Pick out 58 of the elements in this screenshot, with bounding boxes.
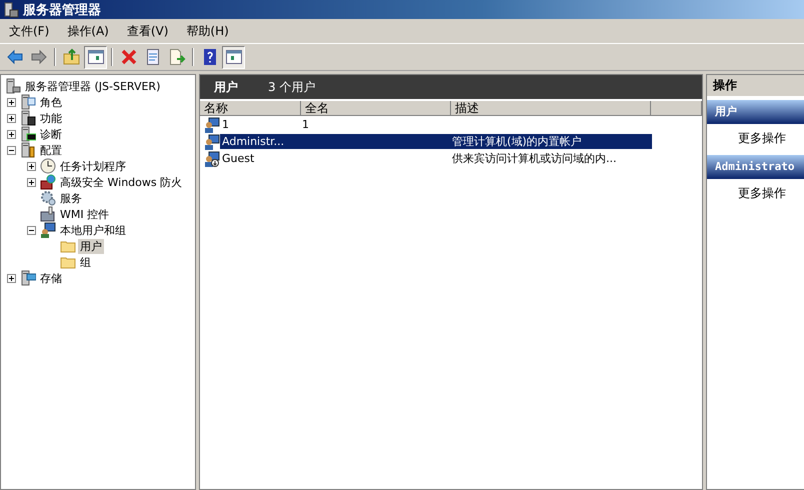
section-header[interactable]: Administrato xyxy=(707,155,804,179)
expander-icon[interactable] xyxy=(7,272,18,284)
expander-icon[interactable] xyxy=(27,224,38,236)
expander-icon[interactable] xyxy=(7,96,18,108)
expander-icon[interactable] xyxy=(7,112,18,124)
clock-icon xyxy=(40,158,56,174)
tree-item[interactable]: 任务计划程序 xyxy=(58,158,128,174)
window-title: 服务器管理器 xyxy=(23,2,101,18)
column-header[interactable]: 描述 xyxy=(451,101,651,116)
more-actions-link[interactable]: 更多操作 xyxy=(707,179,804,207)
list-row[interactable]: Administr... 管理计算机(域)的内置帐户 xyxy=(220,134,652,149)
expander-icon[interactable] xyxy=(7,128,18,140)
menu-item[interactable]: 文件(F) xyxy=(0,22,58,40)
column-header[interactable]: 全名 xyxy=(301,101,451,116)
delete-icon xyxy=(120,48,138,66)
user-name: Administr... xyxy=(221,134,286,149)
menu-item[interactable]: 操作(A) xyxy=(58,22,118,40)
users-icon xyxy=(40,222,56,238)
back-icon xyxy=(6,48,24,66)
expander-icon[interactable] xyxy=(27,160,38,172)
tree-item[interactable]: 配置 xyxy=(38,142,64,158)
tree-item[interactable]: 功能 xyxy=(38,110,64,126)
tree-item[interactable]: 存储 xyxy=(38,270,64,286)
section-header[interactable]: 用户 xyxy=(707,100,804,124)
tree-item[interactable]: 诊断 xyxy=(38,126,64,142)
tree-item[interactable]: 角色 xyxy=(38,94,64,110)
export-icon xyxy=(168,48,186,66)
user-icon xyxy=(204,116,220,132)
user-icon xyxy=(204,134,220,150)
list-row[interactable]: Guest 供来宾访问计算机或访问域的内... xyxy=(220,151,652,166)
tree-item[interactable]: 组 xyxy=(78,254,93,270)
user-name: 1 xyxy=(221,117,230,132)
tree-item[interactable]: WMI 控件 xyxy=(58,206,112,222)
expander-icon[interactable] xyxy=(27,176,38,188)
tree-pane-button[interactable] xyxy=(84,46,107,68)
tree-item[interactable]: 本地用户和组 xyxy=(58,222,128,238)
tree-item[interactable]: 服务 xyxy=(58,190,84,206)
full-name-cell-text: 1 xyxy=(302,117,310,132)
action-pane-button[interactable] xyxy=(222,46,245,68)
tree-item[interactable]: 服务器管理器 (JS-SERVER) xyxy=(23,78,162,94)
description-cell-text: 供来宾访问计算机或访问域的内... xyxy=(452,151,618,166)
more-actions-link[interactable]: 更多操作 xyxy=(707,124,804,152)
forward-icon xyxy=(30,48,48,66)
user-name: Guest xyxy=(221,151,256,166)
user-count: 3 个用户 xyxy=(268,78,316,96)
expander-icon[interactable] xyxy=(7,144,18,156)
menu-item[interactable]: 帮助(H) xyxy=(177,22,238,40)
actions-title: 操作 xyxy=(707,75,804,97)
menu-item[interactable]: 查看(V) xyxy=(118,22,178,40)
up-icon xyxy=(62,48,80,66)
tree-item[interactable]: 高级安全 Windows 防火 xyxy=(58,174,184,190)
tree-item[interactable]: 用户 xyxy=(78,238,104,254)
gear-icon xyxy=(40,190,56,206)
panel-title: 用户 xyxy=(213,78,239,96)
description-cell-text: 管理计算机(域)的内置帐户 xyxy=(452,134,583,149)
list-row[interactable]: 1 1 xyxy=(220,117,652,132)
column-header[interactable]: 名称 xyxy=(200,101,301,116)
server-icon xyxy=(5,78,21,94)
